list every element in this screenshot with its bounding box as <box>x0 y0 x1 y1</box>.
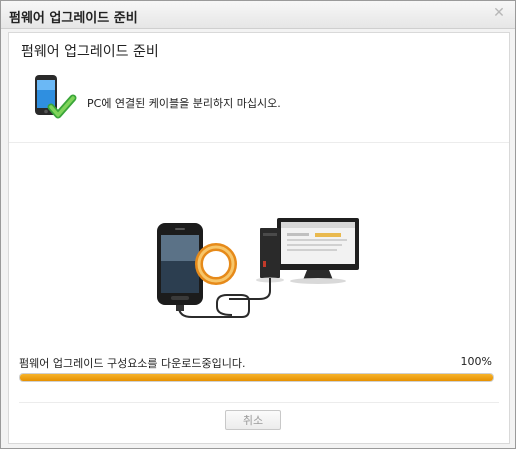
footer-divider <box>19 402 499 403</box>
page-title: 펌웨어 업그레이드 준비 <box>21 44 159 60</box>
divider <box>9 142 509 143</box>
progress-percent: 100% <box>460 355 492 368</box>
cable-warning-text: PC에 연결된 케이블을 분리하지 마십시오. <box>87 97 281 110</box>
phone-check-icon <box>35 75 77 119</box>
content-panel: 펌웨어 업그레이드 준비 PC에 연결된 케이블을 분리하지 마십시오. 펌웨어… <box>8 32 510 444</box>
firmware-upgrade-dialog: 펌웨어 업그레이드 준비 ✕ 펌웨어 업그레이드 준비 PC에 연결된 케이블을… <box>0 0 516 449</box>
close-button[interactable]: ✕ <box>491 5 507 21</box>
phone-pc-connection-illustration <box>157 218 359 318</box>
cancel-button[interactable]: 취소 <box>225 410 281 430</box>
window-title: 펌웨어 업그레이드 준비 <box>9 11 138 26</box>
progress-bar-fill <box>20 374 493 381</box>
download-status-text: 펌웨어 업그레이드 구성요소를 다운로드중입니다. <box>19 357 246 370</box>
progress-bar <box>19 373 494 382</box>
title-bar[interactable]: 펌웨어 업그레이드 준비 ✕ <box>1 1 515 29</box>
